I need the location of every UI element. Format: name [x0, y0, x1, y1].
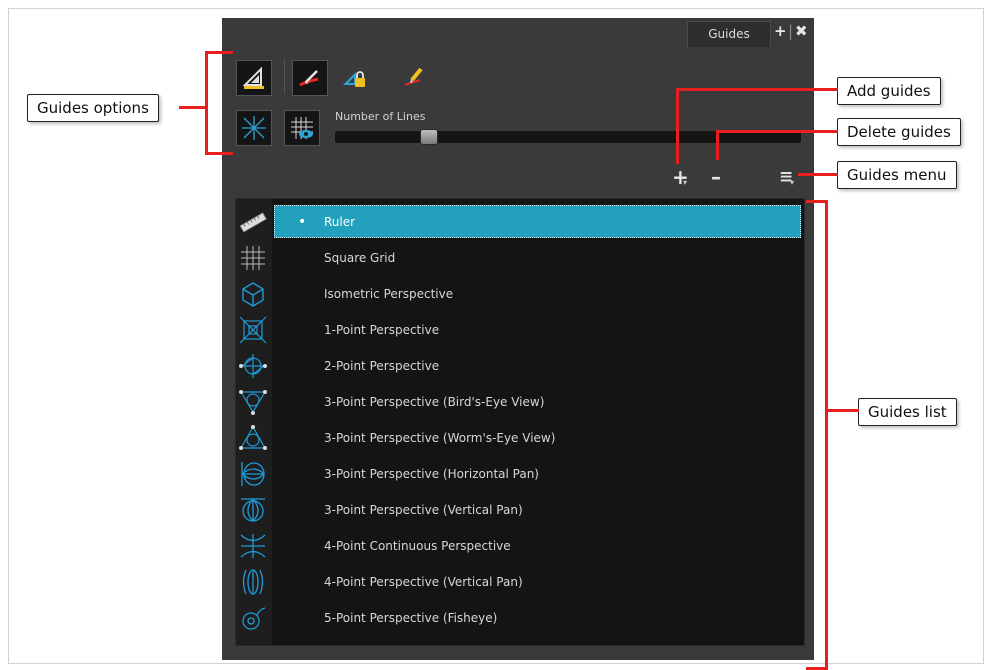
- callout-bracket: [205, 51, 208, 155]
- one-point-perspective-icon: [239, 316, 267, 344]
- lock-guides-button[interactable]: [336, 60, 372, 96]
- three-point-horizontal-pan-icon: [241, 462, 265, 486]
- callout-line: [676, 88, 838, 91]
- guide-list-item-label: Ruler: [324, 215, 356, 229]
- callout-bracket: [825, 200, 828, 670]
- grid-eye-icon: [291, 117, 313, 139]
- guide-list-item[interactable]: 5-Point Perspective (Fisheye): [236, 600, 804, 636]
- guide-list-item[interactable]: 3-Point Perspective (Bird's-Eye View): [236, 384, 804, 420]
- three-point-vertical-pan-icon: [241, 498, 265, 522]
- close-panel-button[interactable]: ✖: [795, 22, 808, 40]
- delete-guide-button[interactable]: –: [711, 167, 721, 187]
- guide-list-item[interactable]: Isometric Perspective: [236, 276, 804, 312]
- guide-list-item-label: 5-Point Perspective (Fisheye): [324, 611, 498, 625]
- callout-guides-list: Guides list: [858, 398, 957, 426]
- callout-line: [716, 130, 838, 133]
- callout-line: [716, 130, 719, 160]
- two-point-perspective-icon: [239, 354, 267, 378]
- guide-list-item-label: 3-Point Perspective (Bird's-Eye View): [324, 395, 545, 409]
- guide-lock-icon: [343, 71, 365, 87]
- callout-line: [179, 106, 207, 109]
- guide-list-item-label: Square Grid: [324, 251, 396, 265]
- guide-list-item-label: 4-Point Continuous Perspective: [324, 539, 511, 553]
- toolbar-separator: [284, 60, 285, 94]
- isometric-perspective-icon: [242, 282, 264, 307]
- tool-properties-button[interactable]: [236, 60, 272, 96]
- guide-list-item-label: 4-Point Perspective (Vertical Pan): [324, 575, 523, 589]
- guide-list-item-label: 1-Point Perspective: [324, 323, 440, 337]
- menu-dropdown-icon: ▾: [790, 178, 795, 187]
- add-panel-button[interactable]: +: [774, 22, 787, 40]
- callout-delete-guides: Delete guides: [837, 118, 961, 146]
- guide-list-item[interactable]: 3-Point Perspective (Worm's-Eye View): [236, 420, 804, 456]
- guide-list-item[interactable]: 4-Point Perspective (Vertical Pan): [236, 564, 804, 600]
- pencil-guide-button[interactable]: [396, 60, 432, 96]
- five-point-fisheye-icon: [242, 607, 266, 630]
- guide-list-item[interactable]: 4-Point Continuous Perspective: [236, 528, 804, 564]
- star-lines-icon: [242, 116, 266, 140]
- guides-list: • Ruler Square Grid Isometric Perspective 1-…: [235, 198, 805, 646]
- three-point-birds-eye-icon: [239, 390, 267, 415]
- guide-list-item[interactable]: Square Grid: [236, 240, 804, 276]
- square-grid-icon: [241, 246, 265, 270]
- callout-add-guides: Add guides: [837, 77, 941, 105]
- guide-list-item[interactable]: 1-Point Perspective: [236, 312, 804, 348]
- callout-line: [825, 409, 859, 412]
- callout-guides-menu: Guides menu: [837, 161, 957, 189]
- callout-bracket: [205, 152, 233, 155]
- number-of-lines-label: Number of Lines: [335, 110, 426, 123]
- guides-tab[interactable]: Guides: [687, 21, 771, 47]
- ruler-icon: [239, 212, 267, 233]
- four-point-vertical-pan-icon: [242, 569, 264, 595]
- guide-list-item[interactable]: 3-Point Perspective (Horizontal Pan): [236, 456, 804, 492]
- guide-list-item[interactable]: 2-Point Perspective: [236, 348, 804, 384]
- callout-line: [798, 173, 838, 176]
- guide-list-item-label: 3-Point Perspective (Worm's-Eye View): [324, 431, 556, 445]
- show-grid-button[interactable]: [284, 110, 320, 146]
- selected-bullet: •: [298, 214, 307, 230]
- pencil-guide-icon: [404, 67, 423, 86]
- three-point-worms-eye-icon: [239, 425, 267, 450]
- brush-ruler-icon: [299, 70, 319, 87]
- four-point-continuous-icon: [240, 534, 266, 558]
- add-dropdown-icon: ▾: [683, 178, 688, 187]
- guide-list-item-label: 3-Point Perspective (Horizontal Pan): [324, 467, 539, 481]
- slider-thumb[interactable]: [420, 129, 438, 145]
- set-square-icon: [242, 66, 264, 89]
- guide-list-item-label: Isometric Perspective: [324, 287, 454, 301]
- callout-guides-options: Guides options: [27, 94, 159, 122]
- guide-list-item[interactable]: 3-Point Perspective (Vertical Pan): [236, 492, 804, 528]
- callout-bracket: [205, 51, 233, 54]
- guide-list-item-label: 2-Point Perspective: [324, 359, 440, 373]
- callout-line: [676, 88, 679, 164]
- show-vanishing-lines-button[interactable]: [236, 110, 272, 146]
- panel-divider: |: [788, 22, 794, 40]
- lock-to-guide-button[interactable]: [292, 60, 328, 96]
- guides-panel: Guides + | ✖ Number of Lines + ▾ – ≡ ▾ •…: [222, 18, 814, 660]
- guide-list-item-label: 3-Point Perspective (Vertical Pan): [324, 503, 523, 517]
- guide-list-item[interactable]: • Ruler: [236, 204, 804, 240]
